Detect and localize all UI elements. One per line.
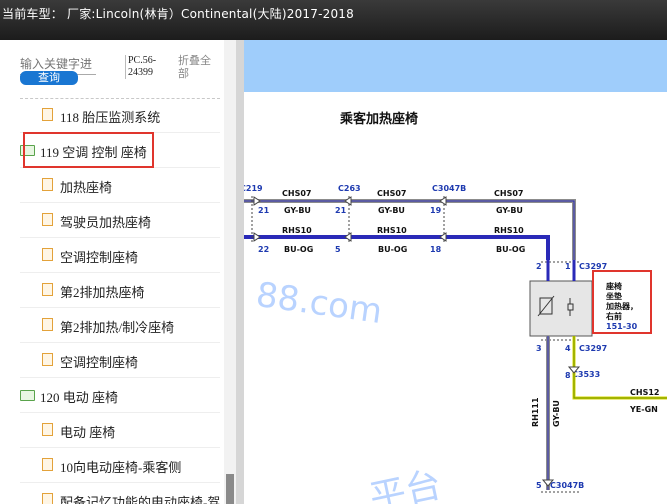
document-icon xyxy=(42,178,53,191)
circuit-label: CHS07 xyxy=(494,189,523,198)
pin-number: 1 xyxy=(565,262,571,271)
pin-number: 8 xyxy=(565,371,571,380)
document-icon xyxy=(42,248,53,261)
tree-item-label: 118 胎压监测系统 xyxy=(60,110,161,125)
circuit-label: CHS07 xyxy=(377,189,406,198)
watermark-text-2: 平台 xyxy=(366,464,445,504)
tree-item[interactable]: 空调控制座椅 xyxy=(20,343,220,378)
wire-color-label: GY-BU xyxy=(378,206,405,215)
tree-item[interactable]: 10向电动座椅-乘客侧 xyxy=(20,448,220,483)
pin-number: 3 xyxy=(536,344,542,353)
seat-heater-module xyxy=(529,280,593,337)
tree-item-label: 第2排加热/制冷座椅 xyxy=(60,320,175,335)
pin-number: 4 xyxy=(565,344,571,353)
wire-color-label: YE-GN xyxy=(629,405,658,414)
search-area: 查询 PC.56-24399 折叠全部 xyxy=(20,54,220,99)
wire-color-label: GY-BU xyxy=(552,400,561,427)
title-bar: 当前车型： 厂家:Lincoln(林肯）Continental(大陆)2017-… xyxy=(0,0,667,40)
circuit-labels: CHS07 CHS07 CHS07 GY-BU GY-BU GY-BU RHS1… xyxy=(282,189,525,254)
document-icon xyxy=(42,318,53,331)
panel-divider[interactable] xyxy=(236,40,244,504)
pin-number: 18 xyxy=(430,245,442,254)
tree-item-label: 电动 座椅 xyxy=(60,425,116,440)
pin-number: 5 xyxy=(335,245,341,254)
highlight-box xyxy=(592,270,652,334)
tree-item-label: 加热座椅 xyxy=(60,180,113,195)
document-icon xyxy=(42,213,53,226)
folder-icon xyxy=(20,390,35,401)
tree-folder[interactable]: 120 电动 座椅 xyxy=(20,378,220,413)
circuit-label: CHS12 xyxy=(630,388,659,397)
pin-number: 2 xyxy=(536,262,542,271)
circuit-label: RH111 xyxy=(531,397,540,427)
document-icon xyxy=(42,493,53,504)
sidebar-scrollbar-thumb[interactable] xyxy=(226,474,234,504)
tree-item-label: 配备记忆功能的电动座椅-驾 xyxy=(60,495,221,504)
vehicle-title: 当前车型： 厂家:Lincoln(林肯）Continental(大陆)2017-… xyxy=(2,7,354,21)
tree-item[interactable]: 驾驶员加热座椅 xyxy=(20,203,220,238)
highlight-box xyxy=(23,132,154,168)
pin-number: 5 xyxy=(536,481,542,490)
tree-item[interactable]: 配备记忆功能的电动座椅-驾 xyxy=(20,483,220,504)
tree-item-label: 120 电动 座椅 xyxy=(40,390,119,405)
pin-number: 19 xyxy=(430,206,442,215)
tree-item[interactable]: 118 胎压监测系统 xyxy=(20,98,220,133)
circuit-label: CHS07 xyxy=(282,189,311,198)
document-icon xyxy=(42,423,53,436)
tree-item-label: 第2排加热座椅 xyxy=(60,285,145,300)
connector-label: C3297 xyxy=(579,344,607,353)
document-icon xyxy=(42,353,53,366)
lower-circuit-labels: CHS12 YE-GN RH111 GY-BU xyxy=(531,388,659,427)
pc-code: PC.56-24399 xyxy=(125,55,172,79)
pin-number: 21 xyxy=(258,206,270,215)
wire-color-label: BU-OG xyxy=(378,245,407,254)
tree-item-label: 空调控制座椅 xyxy=(60,250,139,265)
pin-number: 22 xyxy=(258,245,269,254)
tree-item-label: 10向电动座椅-乘客侧 xyxy=(60,460,182,475)
wire-color-label: BU-OG xyxy=(284,245,313,254)
tree-item-label: 空调控制座椅 xyxy=(60,355,139,370)
tree-item[interactable]: 电动 座椅 xyxy=(20,413,220,448)
diagram-title: 乘客加热座椅 xyxy=(339,111,418,127)
connector-label: C3047B xyxy=(550,481,584,490)
tree-item[interactable]: 空调控制座椅 xyxy=(20,238,220,273)
wire-color-label: GY-BU xyxy=(284,206,311,215)
connector-label: C3047B xyxy=(432,184,466,193)
document-icon xyxy=(42,283,53,296)
tree-item[interactable]: 第2排加热/制冷座椅 xyxy=(20,308,220,343)
pin-number: 21 xyxy=(335,206,347,215)
wire-color-label: GY-BU xyxy=(496,206,523,215)
document-icon xyxy=(42,458,53,471)
tree-item[interactable]: 加热座椅 xyxy=(20,168,220,203)
tree-item-label: 驾驶员加热座椅 xyxy=(60,215,152,230)
circuit-label: RHS10 xyxy=(377,226,407,235)
wire-color-label: BU-OG xyxy=(496,245,525,254)
connector-label: C263 xyxy=(338,184,361,193)
circuit-label: RHS10 xyxy=(282,226,312,235)
watermark-text: 88.com xyxy=(254,275,385,332)
connector-label: C219 xyxy=(244,184,263,193)
connector-label: C3533 xyxy=(572,370,600,379)
sidebar-scrollbar[interactable] xyxy=(224,40,236,504)
sidebar: 查询 PC.56-24399 折叠全部 118 胎压监测系统119 空调 控制 … xyxy=(0,40,236,504)
circuit-label: RHS10 xyxy=(494,226,524,235)
tree-item[interactable]: 第2排加热座椅 xyxy=(20,273,220,308)
document-icon xyxy=(42,108,53,121)
search-button[interactable]: 查询 xyxy=(20,71,78,85)
collapse-all-link[interactable]: 折叠全部 xyxy=(178,54,220,80)
